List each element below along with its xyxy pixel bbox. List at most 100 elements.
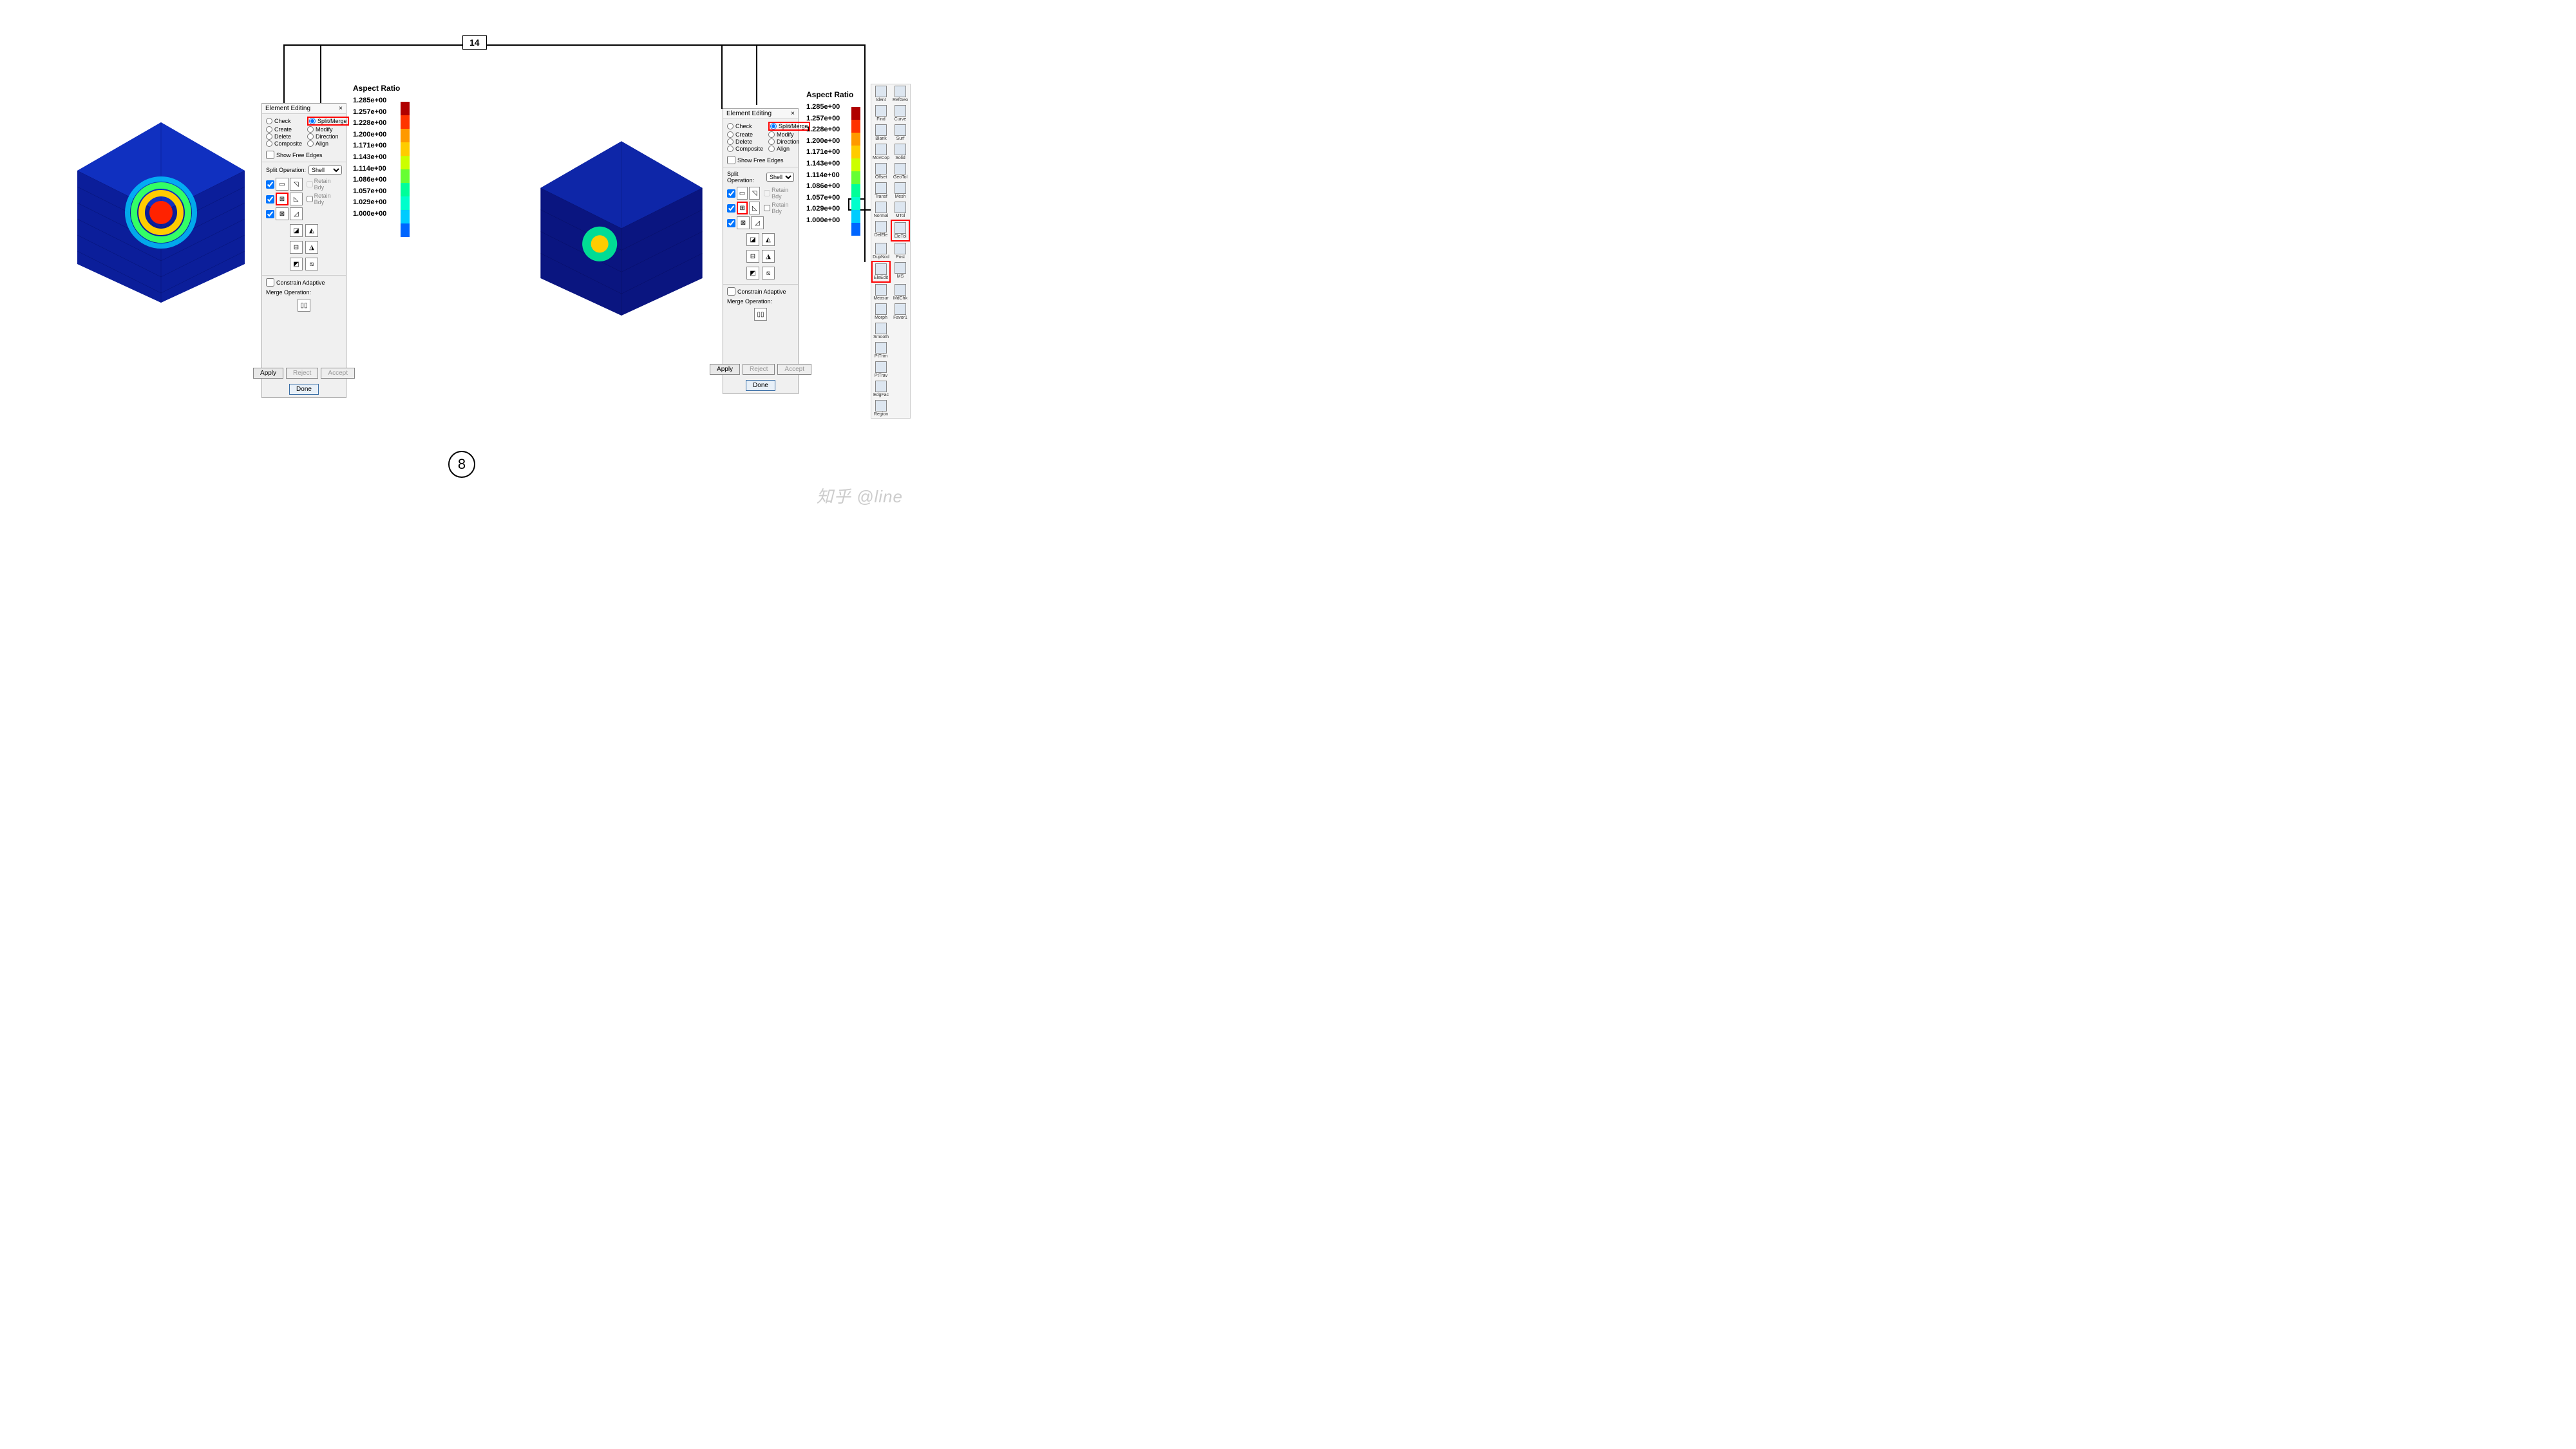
radio-check[interactable]: Check bbox=[727, 122, 763, 131]
split-icon-4b[interactable]: ◭ bbox=[762, 233, 775, 246]
split-icon-6a[interactable]: ◩ bbox=[746, 267, 759, 279]
radio-direction[interactable]: Direction bbox=[768, 138, 810, 145]
close-icon[interactable]: × bbox=[791, 110, 795, 117]
tool-DelEle[interactable]: DelEle bbox=[871, 220, 891, 242]
tool-PtTrav[interactable]: PtTrav bbox=[871, 360, 891, 379]
tool-EleEdit[interactable]: EleEdit bbox=[871, 261, 891, 283]
split-icon-3a[interactable]: ⊠ bbox=[276, 207, 289, 220]
tool-Curve[interactable]: Curve bbox=[891, 104, 910, 123]
tool-EdgFac[interactable]: EdgFac bbox=[871, 379, 891, 399]
split-icon-3b[interactable]: ◿ bbox=[751, 216, 764, 229]
apply-button[interactable]: Apply bbox=[710, 364, 740, 375]
radio-modify[interactable]: Modify bbox=[307, 126, 349, 133]
close-icon[interactable]: × bbox=[339, 105, 343, 112]
split-icon-6b[interactable]: ⧅ bbox=[305, 258, 318, 270]
retain-bdy-2[interactable]: Retain Bdy bbox=[764, 202, 794, 214]
retain-bdy-1[interactable]: Retain Bdy bbox=[307, 178, 342, 191]
apply-button[interactable]: Apply bbox=[253, 368, 283, 379]
radio-align[interactable]: Align bbox=[768, 146, 810, 152]
tool-Ident[interactable]: Ident bbox=[871, 84, 891, 104]
split-icon-4b[interactable]: ◭ bbox=[305, 224, 318, 237]
tool-Mesh[interactable]: Mesh bbox=[891, 181, 910, 200]
split-icon-1a[interactable]: ▭ bbox=[737, 187, 748, 200]
tool-Post[interactable]: Post bbox=[891, 242, 910, 261]
tool-Favor1[interactable]: Favor1 bbox=[891, 302, 910, 321]
radio-align[interactable]: Align bbox=[307, 140, 349, 147]
tool-DupNod[interactable]: DupNod bbox=[871, 242, 891, 261]
split-icon-3a[interactable]: ⊠ bbox=[737, 216, 750, 229]
tool-Normal[interactable]: Normal bbox=[871, 200, 891, 220]
tool-MS[interactable]: MS bbox=[891, 261, 910, 283]
tool-MovCop[interactable]: MovCop bbox=[871, 142, 891, 162]
tool-EleTol[interactable]: EleTol bbox=[891, 220, 910, 242]
constrain-adaptive-checkbox[interactable]: Constrain Adaptive bbox=[723, 286, 798, 297]
show-free-edges-checkbox[interactable]: Show Free Edges bbox=[262, 149, 346, 160]
radio-check[interactable]: Check bbox=[266, 117, 302, 126]
tool-icon bbox=[875, 284, 887, 296]
split-row1-check[interactable] bbox=[266, 180, 274, 189]
retain-bdy-2[interactable]: Retain Bdy bbox=[307, 193, 342, 205]
tool-GeoTol[interactable]: GeoTol bbox=[891, 162, 910, 181]
tool-Morph[interactable]: Morph bbox=[871, 302, 891, 321]
split-icon-2a[interactable]: ⊞ bbox=[737, 202, 748, 214]
split-icon-5a[interactable]: ⊟ bbox=[290, 241, 303, 254]
split-op-select[interactable]: Shell bbox=[766, 173, 794, 182]
split-icon-6b[interactable]: ⧅ bbox=[762, 267, 775, 279]
split-icon-4a[interactable]: ◪ bbox=[746, 233, 759, 246]
tool-Blank[interactable]: Blank bbox=[871, 123, 891, 142]
split-icon-1b[interactable]: ◹ bbox=[290, 178, 303, 191]
radio-splitmerge[interactable]: Split/Merge bbox=[768, 122, 810, 131]
split-icon-5a[interactable]: ⊟ bbox=[746, 250, 759, 263]
tool-icon bbox=[875, 263, 887, 275]
constrain-adaptive-checkbox[interactable]: Constrain Adaptive bbox=[262, 277, 346, 288]
reject-button[interactable]: Reject bbox=[286, 368, 318, 379]
tool-MdChk[interactable]: MdChk bbox=[891, 283, 910, 302]
radio-direction[interactable]: Direction bbox=[307, 133, 349, 140]
merge-icon[interactable]: ▯▯ bbox=[298, 299, 310, 312]
radio-modify[interactable]: Modify bbox=[768, 131, 810, 138]
done-button[interactable]: Done bbox=[746, 380, 775, 391]
tool-Smooth[interactable]: Smooth bbox=[871, 321, 891, 341]
done-button[interactable]: Done bbox=[289, 384, 319, 395]
split-row3-check[interactable] bbox=[266, 210, 274, 218]
radio-create[interactable]: Create bbox=[266, 126, 302, 133]
split-icon-5b[interactable]: ◮ bbox=[762, 250, 775, 263]
radio-splitmerge[interactable]: Split/Merge bbox=[307, 117, 349, 126]
split-icon-4a[interactable]: ◪ bbox=[290, 224, 303, 237]
split-row1-check[interactable] bbox=[727, 189, 735, 198]
tool-Solid[interactable]: Solid bbox=[891, 142, 910, 162]
radio-composite[interactable]: Composite bbox=[727, 146, 763, 152]
retain-bdy-1[interactable]: Retain Bdy bbox=[764, 187, 794, 200]
split-row3-check[interactable] bbox=[727, 219, 735, 227]
split-icon-6a[interactable]: ◩ bbox=[290, 258, 303, 270]
accept-button[interactable]: Accept bbox=[777, 364, 811, 375]
tool-Measur[interactable]: Measur bbox=[871, 283, 891, 302]
split-icon-3b[interactable]: ◿ bbox=[290, 207, 303, 220]
radio-create[interactable]: Create bbox=[727, 131, 763, 138]
merge-icon[interactable]: ▯▯ bbox=[754, 308, 767, 321]
radio-delete[interactable]: Delete bbox=[266, 133, 302, 140]
tool-PtTrim[interactable]: PtTrim bbox=[871, 341, 891, 360]
split-icon-2b[interactable]: ◺ bbox=[749, 202, 760, 214]
split-icon-2a[interactable]: ⊞ bbox=[276, 193, 289, 205]
tool-RefGeo[interactable]: RefGeo bbox=[891, 84, 910, 104]
tool-Find[interactable]: Find bbox=[871, 104, 891, 123]
accept-button[interactable]: Accept bbox=[321, 368, 355, 379]
legend-value: 1.086e+00 bbox=[353, 175, 400, 186]
tool-MTol[interactable]: MTol bbox=[891, 200, 910, 220]
show-free-edges-checkbox[interactable]: Show Free Edges bbox=[723, 155, 798, 166]
split-op-select[interactable]: Shell bbox=[308, 166, 342, 175]
tool-Transf[interactable]: Transf bbox=[871, 181, 891, 200]
split-row2-check[interactable] bbox=[727, 204, 735, 213]
split-icon-1b[interactable]: ◹ bbox=[749, 187, 760, 200]
reject-button[interactable]: Reject bbox=[743, 364, 775, 375]
tool-Offset[interactable]: Offset bbox=[871, 162, 891, 181]
split-icon-1a[interactable]: ▭ bbox=[276, 178, 289, 191]
tool-Region[interactable]: Region bbox=[871, 399, 891, 418]
radio-delete[interactable]: Delete bbox=[727, 138, 763, 145]
tool-Surf[interactable]: Surf bbox=[891, 123, 910, 142]
split-icon-5b[interactable]: ◮ bbox=[305, 241, 318, 254]
split-row2-check[interactable] bbox=[266, 195, 274, 204]
radio-composite[interactable]: Composite bbox=[266, 140, 302, 147]
split-icon-2b[interactable]: ◺ bbox=[290, 193, 303, 205]
